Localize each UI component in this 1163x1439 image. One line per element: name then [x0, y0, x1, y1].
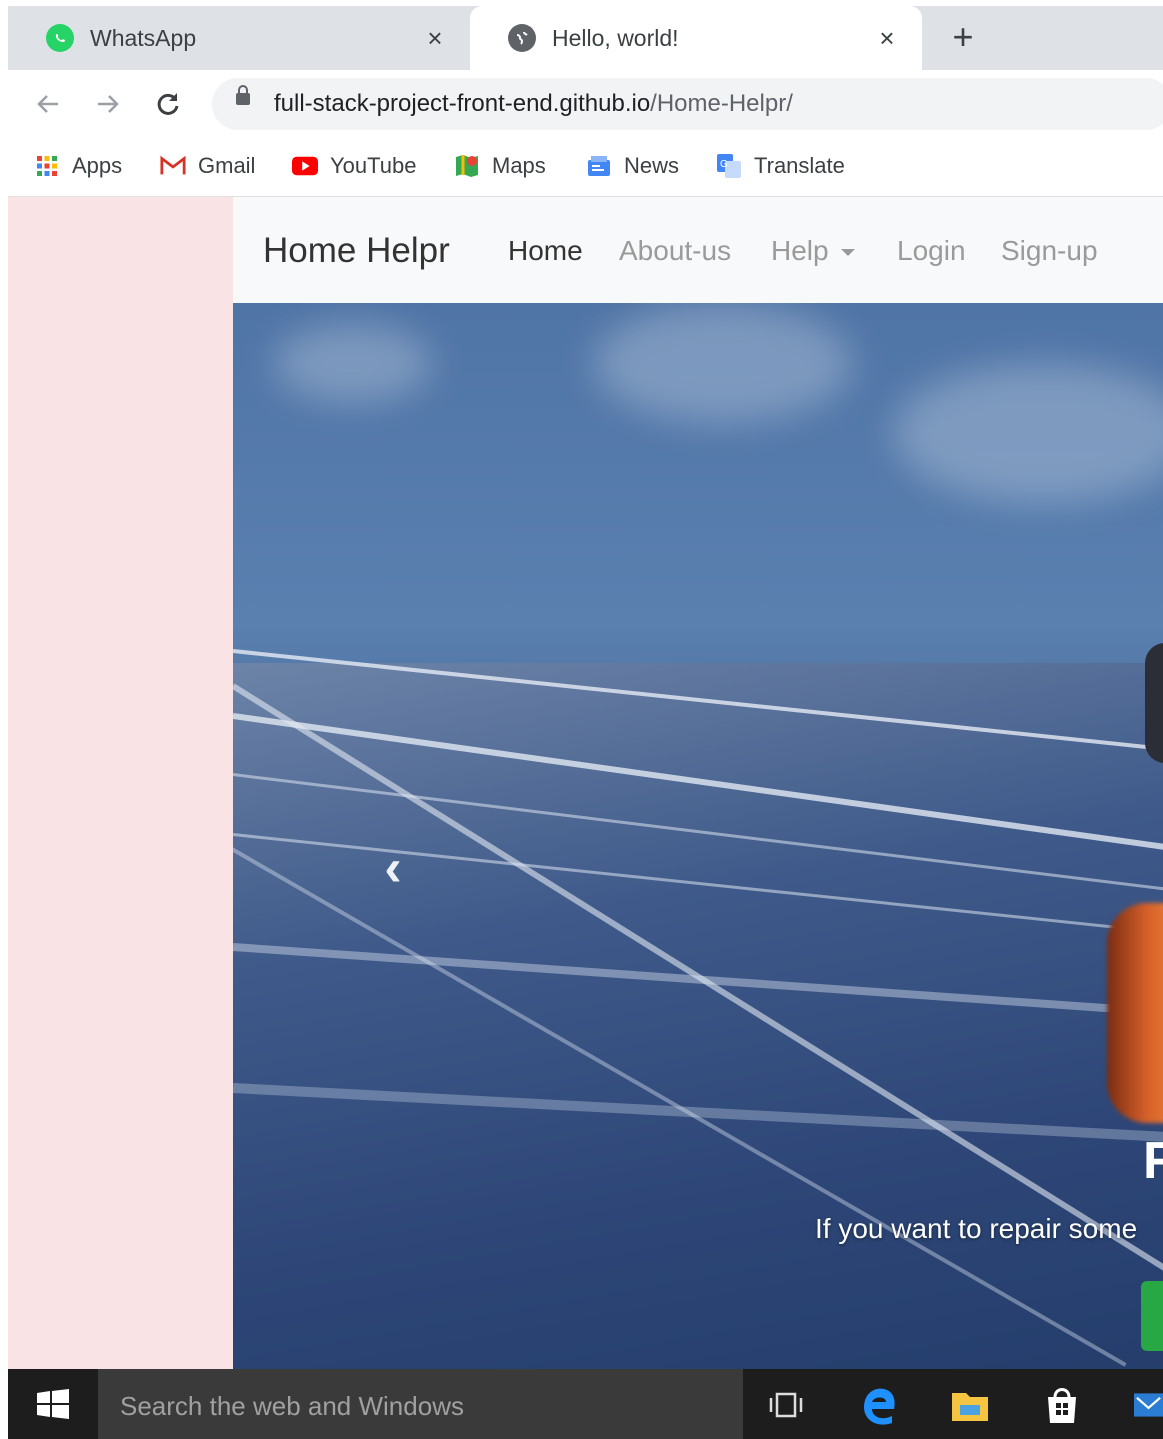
- sky-cloud: [593, 303, 853, 423]
- tab-title: Hello, world!: [552, 24, 679, 51]
- bookmark-label: Apps: [72, 153, 123, 178]
- bookmark-apps[interactable]: Apps: [34, 150, 122, 182]
- globe-icon: [508, 24, 536, 52]
- bookmark-label: News: [624, 153, 680, 178]
- nav-home[interactable]: Home: [508, 235, 583, 267]
- apps-grid-icon: [34, 154, 60, 178]
- bookmark-youtube[interactable]: YouTube: [292, 150, 416, 182]
- bookmark-label: YouTube: [330, 153, 417, 178]
- tab-whatsapp[interactable]: WhatsApp ×: [8, 6, 470, 70]
- file-explorer-icon[interactable]: [948, 1383, 992, 1427]
- browser-tab-strip: WhatsApp × Hello, world! × +: [8, 6, 1163, 70]
- youtube-icon: [292, 154, 318, 178]
- mail-icon[interactable]: [1134, 1383, 1163, 1427]
- whatsapp-icon: [46, 24, 74, 52]
- site-brand[interactable]: Home Helpr: [263, 231, 450, 271]
- address-bar[interactable]: full-stack-project-front-end.github.io/H…: [212, 78, 1163, 130]
- tab-close-icon[interactable]: ×: [420, 23, 450, 54]
- bookmark-label: Maps: [492, 153, 546, 178]
- worker-figure: [1107, 903, 1163, 1123]
- chevron-down-icon: [840, 249, 855, 257]
- news-icon: [586, 154, 612, 178]
- bookmark-gmail[interactable]: Gmail: [160, 150, 255, 182]
- site-navbar: Home Helpr Home About-us Help Login Sign…: [233, 197, 1163, 303]
- worker-figure: [1145, 643, 1163, 763]
- browser-toolbar: full-stack-project-front-end.github.io/H…: [8, 70, 1163, 138]
- tab-title: WhatsApp: [90, 24, 197, 51]
- new-tab-button[interactable]: +: [942, 16, 984, 58]
- carousel-prev-icon[interactable]: ‹: [373, 842, 413, 894]
- taskbar-search-input[interactable]: Search the web and Windows: [98, 1369, 743, 1439]
- sky-cloud: [273, 323, 433, 403]
- lock-icon: [236, 85, 250, 105]
- reload-icon[interactable]: [148, 84, 188, 124]
- nav-about-us[interactable]: About-us: [619, 235, 731, 267]
- solar-panel-image: [233, 649, 1163, 1369]
- translate-icon: G: [716, 154, 742, 178]
- carousel-cta-button[interactable]: [1141, 1281, 1163, 1351]
- nav-sign-up[interactable]: Sign-up: [1001, 235, 1098, 267]
- task-view-icon[interactable]: [764, 1383, 808, 1427]
- windows-start-icon[interactable]: [8, 1369, 98, 1439]
- forward-arrow-icon[interactable]: [88, 84, 128, 124]
- carousel-caption-text: If you want to repair some: [815, 1213, 1138, 1244]
- url-text: full-stack-project-front-end.github.io/H…: [274, 90, 793, 117]
- bookmark-label: Gmail: [198, 153, 256, 178]
- tab-close-icon[interactable]: ×: [872, 23, 902, 54]
- nav-login[interactable]: Login: [897, 235, 966, 267]
- bookmark-news[interactable]: News: [586, 150, 679, 182]
- bookmark-label: Translate: [754, 153, 845, 178]
- maps-icon: [454, 154, 480, 178]
- hero-carousel: ‹ R If you want to repair some: [233, 303, 1163, 1369]
- search-placeholder: Search the web and Windows: [120, 1391, 464, 1421]
- windows-taskbar: Search the web and Windows: [8, 1369, 1163, 1439]
- edge-icon[interactable]: [858, 1383, 902, 1427]
- page-viewport: Home Helpr Home About-us Help Login Sign…: [8, 197, 1163, 1369]
- store-icon[interactable]: [1040, 1383, 1084, 1427]
- carousel-caption-title: R: [1143, 1132, 1163, 1190]
- bookmark-translate[interactable]: G Translate: [716, 150, 845, 182]
- svg-text:G: G: [720, 159, 728, 170]
- nav-help-label: Help: [771, 235, 829, 266]
- tab-hello-world[interactable]: Hello, world! ×: [470, 6, 922, 70]
- back-arrow-icon[interactable]: [28, 84, 68, 124]
- sky-cloud: [893, 363, 1163, 503]
- nav-help-dropdown[interactable]: Help: [771, 235, 855, 267]
- bookmarks-bar: Apps Gmail YouTube Maps News G Translate: [8, 138, 1163, 197]
- gmail-icon: [160, 154, 186, 178]
- bookmark-maps[interactable]: Maps: [454, 150, 546, 182]
